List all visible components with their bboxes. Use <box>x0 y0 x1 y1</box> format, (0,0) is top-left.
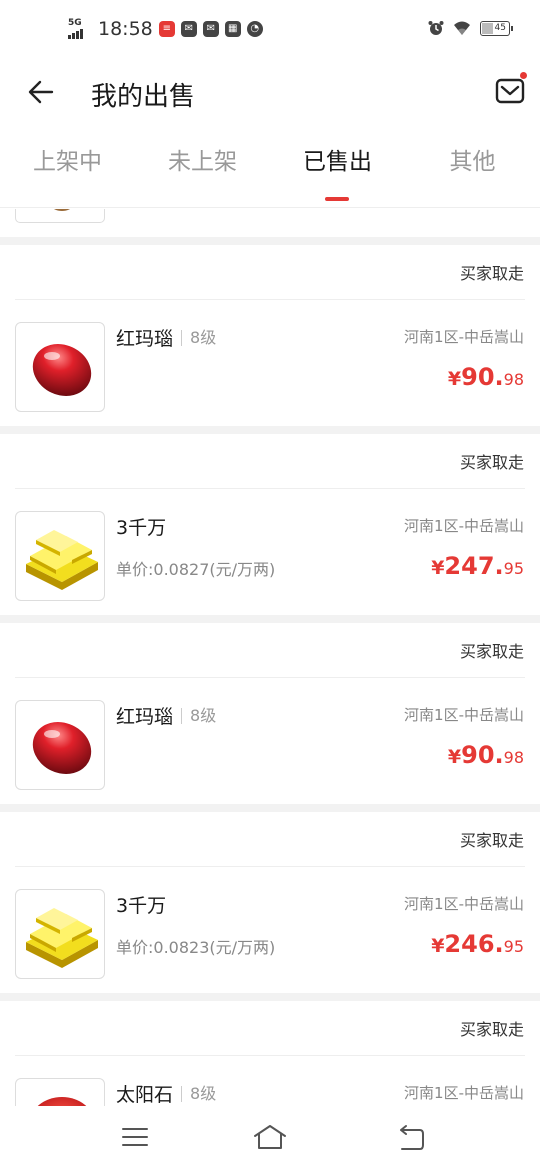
divider <box>15 677 525 678</box>
message-notification-icon: ✉ <box>202 21 219 37</box>
price: ¥246.95 <box>431 930 524 958</box>
price-integer: 246. <box>444 930 504 958</box>
item-name: 太阳石 8级 <box>116 1080 216 1106</box>
unit-price: 单价:0.0827(元/万两) <box>116 560 276 579</box>
divider <box>0 237 540 245</box>
item-level: 8级 <box>181 329 216 346</box>
server-label: 河南1区-中岳嵩山 <box>404 517 524 535</box>
item-title: 太阳石 <box>116 1084 174 1106</box>
order-card[interactable]: 买家取走 红玛瑙 8级 河南1区-中岳嵩山 ¥90.98 <box>0 623 540 804</box>
unread-dot <box>520 72 527 79</box>
app-notification-icon: ▦ <box>224 21 241 37</box>
currency-symbol: ¥ <box>431 935 445 957</box>
wifi-icon <box>454 21 470 35</box>
order-status: 买家取走 <box>459 264 524 283</box>
order-status: 买家取走 <box>459 831 524 850</box>
signal-icon: 5G <box>68 18 90 39</box>
order-status: 买家取走 <box>459 1020 524 1039</box>
order-card[interactable]: 买家取走 太阳石 8级 河南1区-中岳嵩山 <box>0 1001 540 1106</box>
tab-other[interactable]: 其他 <box>405 142 540 176</box>
price-decimal: 95 <box>503 937 524 956</box>
divider <box>0 615 540 623</box>
page-title: 我的出售 <box>91 82 196 112</box>
server-label: 河南1区-中岳嵩山 <box>404 328 524 346</box>
order-status: 买家取走 <box>459 642 524 661</box>
tab-bar: 上架中 未上架 已售出 其他 <box>0 130 540 208</box>
server-label: 河南1区-中岳嵩山 <box>404 895 524 913</box>
divider <box>0 426 540 434</box>
currency-symbol: ¥ <box>447 368 462 390</box>
divider <box>0 993 540 1001</box>
gold-bars-icon <box>26 530 98 590</box>
order-card[interactable]: 买家取走 红玛瑙 8级 河南1区-中岳嵩山 ¥90.98 <box>0 245 540 426</box>
status-time: 18:58 <box>98 18 153 40</box>
item-title: 3千万 <box>116 517 167 539</box>
order-status: 买家取走 <box>459 453 524 472</box>
item-name: 3千万 <box>116 891 166 918</box>
currency-symbol: ¥ <box>431 557 445 579</box>
divider <box>15 299 525 300</box>
compass-icon: ◔ <box>246 21 263 37</box>
currency-symbol: ¥ <box>447 746 462 768</box>
price: ¥90.98 <box>448 363 524 391</box>
battery-icon: 45 <box>480 20 513 36</box>
item-name: 红玛瑙 8级 <box>116 324 216 351</box>
order-card[interactable]: 买家取走 3千万 单价:0.0827(元/万两) 河南1区-中岳嵩山 ¥247.… <box>0 434 540 615</box>
divider <box>0 804 540 812</box>
item-thumbnail <box>15 700 105 790</box>
price-integer: 90. <box>461 741 504 769</box>
item-title: 3千万 <box>116 895 167 917</box>
item-thumbnail <box>15 322 105 412</box>
divider <box>15 1055 525 1056</box>
gold-bars-icon <box>26 908 98 968</box>
item-title: 红玛瑙 <box>116 706 174 728</box>
item-level: 8级 <box>181 1085 216 1102</box>
red-agate-icon <box>32 722 92 774</box>
item-thumbnail <box>15 1078 105 1106</box>
status-bar: 5G 18:58 ≡ ✉ ✉ ▦ ◔ 45 <box>0 0 540 62</box>
price-decimal: 98 <box>503 748 524 767</box>
menu-icon[interactable] <box>121 1126 149 1148</box>
tab-unlisted[interactable]: 未上架 <box>135 142 270 176</box>
message-notification-icon: ✉ <box>180 21 197 37</box>
price: ¥90.98 <box>448 741 524 769</box>
item-thumbnail <box>15 511 105 601</box>
price: ¥247.95 <box>431 552 524 580</box>
alarm-icon <box>428 21 444 35</box>
order-list[interactable]: 买家取走 红玛瑙 8级 河南1区-中岳嵩山 ¥90.98 买家取走 3千万 单价… <box>0 209 540 1106</box>
battery-level: 45 <box>494 22 506 33</box>
back-icon[interactable] <box>396 1124 426 1152</box>
price-integer: 247. <box>444 552 504 580</box>
price-integer: 90. <box>461 363 504 391</box>
server-label: 河南1区-中岳嵩山 <box>404 1084 524 1102</box>
item-thumbnail <box>15 889 105 979</box>
item-level: 8级 <box>181 707 216 724</box>
unit-price: 单价:0.0823(元/万两) <box>116 938 276 957</box>
price-decimal: 95 <box>503 559 524 578</box>
tab-listed[interactable]: 上架中 <box>0 142 135 176</box>
tab-sold[interactable]: 已售出 <box>270 142 405 176</box>
divider <box>15 866 525 867</box>
system-nav-bar <box>0 1106 540 1170</box>
price-decimal: 98 <box>503 370 524 389</box>
arrow-left-icon[interactable] <box>26 76 58 108</box>
order-card[interactable]: 买家取走 3千万 单价:0.0823(元/万两) 河南1区-中岳嵩山 ¥246.… <box>0 812 540 993</box>
mail-button[interactable] <box>495 72 527 106</box>
divider <box>15 488 525 489</box>
item-thumbnail <box>15 209 105 223</box>
app-notification-icon: ≡ <box>158 21 175 37</box>
sun-stone-icon <box>37 1097 87 1106</box>
active-tab-indicator <box>325 197 349 201</box>
item-title: 红玛瑙 <box>116 328 174 350</box>
server-label: 河南1区-中岳嵩山 <box>404 706 524 724</box>
item-name: 红玛瑙 8级 <box>116 702 216 729</box>
home-icon[interactable] <box>252 1122 288 1152</box>
mail-icon <box>495 78 525 104</box>
app-header: 我的出售 <box>0 62 540 124</box>
item-name: 3千万 <box>116 513 166 540</box>
red-agate-icon <box>32 344 92 396</box>
